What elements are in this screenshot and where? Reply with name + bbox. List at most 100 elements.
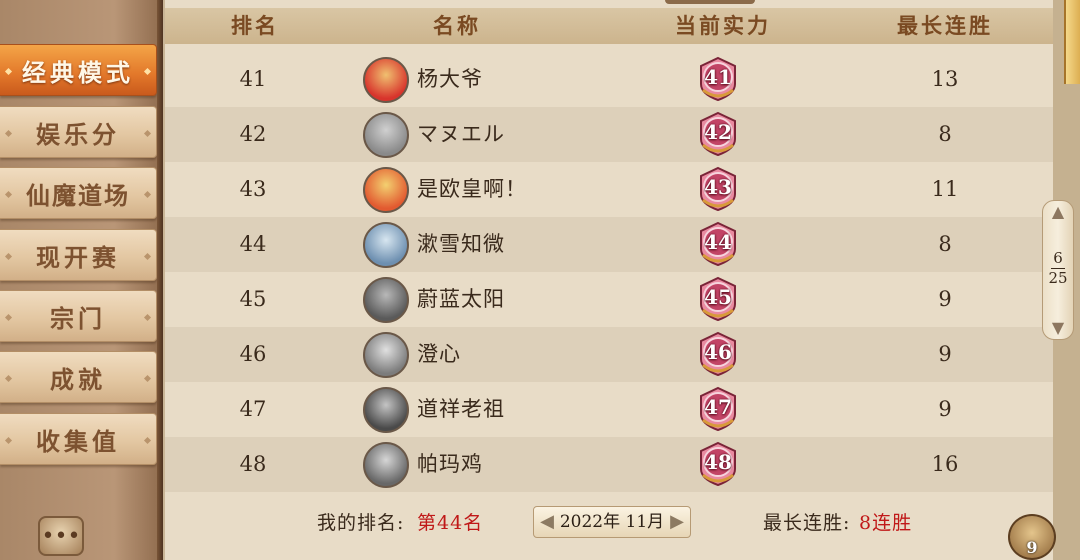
player-avatar[interactable] <box>363 57 409 103</box>
streak-cell: 9 <box>938 342 952 366</box>
player-name: マヌエル <box>417 122 505 146</box>
my-streak-label: 最长连胜: <box>763 512 851 534</box>
chat-bubble-icon: ••• <box>41 523 81 549</box>
power-value: 46 <box>704 340 732 364</box>
page-current: 6 <box>1053 249 1063 267</box>
rank-cell: 42 <box>239 122 267 146</box>
streak-cell: 9 <box>938 397 952 421</box>
ranking-footer: 我的排名: 第44名 ◀ 2022年 11月 ▶ 最长连胜: 8连胜 <box>165 494 1053 550</box>
power-value: 48 <box>704 450 732 474</box>
prev-month-arrow-icon[interactable]: ◀ <box>536 507 558 537</box>
table-row[interactable]: 47 道祥老祖 47 9 <box>165 382 1053 437</box>
sidebar-item-label: 现开赛 <box>36 242 120 272</box>
diamond-ornament-icon <box>4 252 13 261</box>
player-avatar[interactable] <box>363 387 409 433</box>
power-badge-icon: 42 <box>695 111 741 157</box>
sidebar-item-sect[interactable]: 宗门 <box>0 290 157 342</box>
page-total: 25 <box>1048 269 1068 287</box>
sidebar-item-entertainment[interactable]: 娱乐分 <box>0 106 157 158</box>
player-name: 杨大爷 <box>417 67 483 91</box>
power-value: 47 <box>704 395 732 419</box>
table-row[interactable]: 41 杨大爷 41 13 <box>165 52 1053 107</box>
diamond-ornament-icon <box>4 190 13 199</box>
player-avatar[interactable] <box>363 332 409 378</box>
diamond-ornament-icon <box>4 374 13 383</box>
table-row[interactable]: 45 蔚蓝太阳 45 9 <box>165 272 1053 327</box>
streak-cell: 16 <box>931 452 959 476</box>
power-badge-icon: 41 <box>695 56 741 102</box>
sidebar-item-label: 仙魔道场 <box>26 180 130 210</box>
diamond-ornament-icon <box>143 436 152 445</box>
power-badge-icon: 48 <box>695 441 741 487</box>
diamond-ornament-icon <box>143 252 152 261</box>
sidebar-item-achievements[interactable]: 成就 <box>0 351 157 403</box>
page-scroller[interactable]: ▲ 6 25 ▼ <box>1042 200 1074 340</box>
player-avatar[interactable] <box>363 442 409 488</box>
sidebar-item-immortal-arena[interactable]: 仙魔道场 <box>0 167 157 219</box>
sidebar-item-label: 收集值 <box>36 426 120 456</box>
streak-cell: 9 <box>938 287 952 311</box>
player-name: 蔚蓝太阳 <box>417 287 505 311</box>
chat-button[interactable]: ••• <box>38 516 84 556</box>
table-header: 排名 名称 当前实力 最长连胜 <box>165 8 1053 44</box>
power-value: 45 <box>704 285 732 309</box>
player-name: 道祥老祖 <box>417 397 505 421</box>
player-avatar[interactable] <box>363 277 409 323</box>
rank-cell: 47 <box>239 397 267 421</box>
diamond-ornament-icon <box>4 313 13 322</box>
player-name: 是欧皇啊！ <box>417 177 527 201</box>
diamond-ornament-icon <box>4 129 13 138</box>
diamond-ornament-icon <box>143 129 152 138</box>
table-row[interactable]: 43 是欧皇啊！ 43 11 <box>165 162 1053 217</box>
player-avatar[interactable] <box>363 222 409 268</box>
power-badge-icon: 46 <box>695 331 741 377</box>
rank-cell: 43 <box>239 177 267 201</box>
sidebar-item-label: 成就 <box>50 364 106 394</box>
diamond-ornament-icon <box>143 67 152 76</box>
rank-cell: 44 <box>239 232 267 256</box>
header-name: 名称 <box>433 13 481 38</box>
table-row[interactable]: 48 帕玛鸡 48 16 <box>165 437 1053 492</box>
date-label: 2022年 11月 <box>559 512 665 532</box>
diamond-ornament-icon <box>143 313 152 322</box>
top-ornament <box>665 0 755 4</box>
mode-sidebar: 经典模式 娱乐分 仙魔道场 现开赛 宗门 成就 收集值 ••• <box>0 0 163 560</box>
gourd-count-badge: 9 <box>1026 538 1038 557</box>
power-badge-icon: 43 <box>695 166 741 212</box>
scroll-down-icon[interactable]: ▼ <box>1047 320 1069 336</box>
header-power: 当前实力 <box>675 13 771 38</box>
sidebar-item-label: 娱乐分 <box>36 119 120 149</box>
streak-cell: 8 <box>938 122 952 146</box>
streak-cell: 13 <box>931 67 959 91</box>
power-badge-icon: 45 <box>695 276 741 322</box>
my-streak-value: 8连胜 <box>859 512 913 534</box>
ranking-panel: 排名 名称 当前实力 最长连胜 41 杨大爷 41 13 42 マヌエル 42 8 43 是欧皇啊… <box>165 0 1053 560</box>
header-streak: 最长连胜 <box>897 13 993 38</box>
player-avatar[interactable] <box>363 112 409 158</box>
player-name: 澄心 <box>417 342 461 366</box>
sidebar-item-label: 经典模式 <box>22 57 134 87</box>
sidebar-item-live-match[interactable]: 现开赛 <box>0 229 157 281</box>
streak-cell: 11 <box>931 177 959 201</box>
date-selector[interactable]: ◀ 2022年 11月 ▶ <box>533 506 691 538</box>
sidebar-item-classic-mode[interactable]: 经典模式 <box>0 44 157 96</box>
table-row[interactable]: 44 漱雪知微 44 8 <box>165 217 1053 272</box>
diamond-ornament-icon <box>143 374 152 383</box>
diamond-ornament-icon <box>143 190 152 199</box>
my-rank-label: 我的排名: <box>317 512 405 534</box>
player-name: 帕玛鸡 <box>417 452 483 476</box>
my-rank-value: 第44名 <box>417 512 484 534</box>
rank-cell: 45 <box>239 287 267 311</box>
scroll-up-icon[interactable]: ▲ <box>1047 204 1069 220</box>
diamond-ornament-icon <box>4 436 13 445</box>
table-row[interactable]: 42 マヌエル 42 8 <box>165 107 1053 162</box>
next-month-arrow-icon[interactable]: ▶ <box>666 507 688 537</box>
player-avatar[interactable] <box>363 167 409 213</box>
power-badge-icon: 44 <box>695 221 741 267</box>
diamond-ornament-icon <box>4 67 13 76</box>
sidebar-item-label: 宗门 <box>50 303 106 333</box>
rank-cell: 46 <box>239 342 267 366</box>
sidebar-item-collection[interactable]: 收集值 <box>0 413 157 465</box>
power-value: 41 <box>704 65 732 89</box>
table-row[interactable]: 46 澄心 46 9 <box>165 327 1053 382</box>
